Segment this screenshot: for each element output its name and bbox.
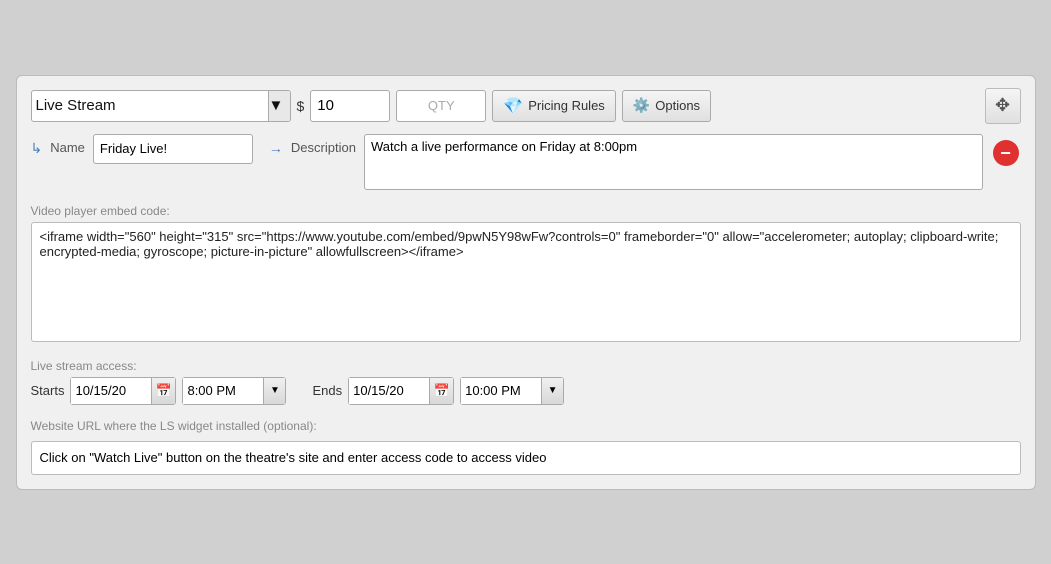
delete-icon: − <box>993 140 1019 166</box>
starts-date-field[interactable]: 📅 <box>70 377 176 405</box>
name-label: Name <box>50 140 85 155</box>
ends-time-dropdown[interactable]: ▼ <box>541 378 563 404</box>
options-button[interactable]: ⚙️ Options <box>622 90 711 122</box>
move-icon: ✥ <box>995 95 1010 116</box>
calendar-icon: 📅 <box>156 383 172 399</box>
main-container: Live Stream ▼ $ QTY 💎 Pricing Rules ⚙️ O… <box>16 75 1036 490</box>
calendar-icon-2: 📅 <box>434 383 450 399</box>
pricing-gem-icon: 💎 <box>503 96 523 116</box>
name-arrow-icon: ↳ <box>31 140 43 157</box>
desc-arrow-icon: → <box>269 140 283 156</box>
top-row: Live Stream ▼ $ QTY 💎 Pricing Rules ⚙️ O… <box>31 88 1021 124</box>
embed-section: Video player embed code: <box>31 204 1021 359</box>
move-button[interactable]: ✥ <box>985 88 1021 124</box>
url-input[interactable] <box>31 441 1021 475</box>
url-label: Website URL where the LS widget installe… <box>31 419 1021 433</box>
datetime-row: Starts 📅 ▼ Ends 📅 ▼ <box>31 377 1021 405</box>
starts-date-input[interactable] <box>71 378 151 404</box>
ends-label: Ends <box>312 383 342 398</box>
embed-textarea[interactable] <box>31 222 1021 342</box>
options-label: Options <box>655 98 700 113</box>
embed-label: Video player embed code: <box>31 204 1021 218</box>
desc-textarea[interactable] <box>364 134 983 190</box>
stream-type-arrow[interactable]: ▼ <box>268 91 290 121</box>
starts-calendar-button[interactable]: 📅 <box>151 378 175 404</box>
ends-time-field[interactable]: ▼ <box>460 377 564 405</box>
price-input[interactable] <box>310 90 390 122</box>
starts-time-input[interactable] <box>183 378 263 404</box>
dollar-sign: $ <box>297 98 305 114</box>
pricing-rules-button[interactable]: 💎 Pricing Rules <box>492 90 616 122</box>
qty-input[interactable]: QTY <box>396 90 486 122</box>
ends-time-input[interactable] <box>461 378 541 404</box>
url-section: Website URL where the LS widget installe… <box>31 419 1021 475</box>
pricing-rules-label: Pricing Rules <box>528 98 605 113</box>
item-row: ↳ Name → Description − <box>31 134 1021 190</box>
starts-time-dropdown[interactable]: ▼ <box>263 378 285 404</box>
name-input[interactable] <box>93 134 253 164</box>
desc-label: Description <box>291 140 356 155</box>
starts-time-field[interactable]: ▼ <box>182 377 286 405</box>
gear-icon: ⚙️ <box>633 97 650 114</box>
access-label: Live stream access: <box>31 359 1021 373</box>
stream-type-select[interactable]: Live Stream ▼ <box>31 90 291 122</box>
access-section: Live stream access: Starts 📅 ▼ Ends 📅 <box>31 359 1021 405</box>
starts-label: Starts <box>31 383 65 398</box>
delete-button[interactable]: − <box>991 138 1021 168</box>
stream-type-label: Live Stream <box>36 97 268 114</box>
ends-date-input[interactable] <box>349 378 429 404</box>
ends-calendar-button[interactable]: 📅 <box>429 378 453 404</box>
ends-date-field[interactable]: 📅 <box>348 377 454 405</box>
